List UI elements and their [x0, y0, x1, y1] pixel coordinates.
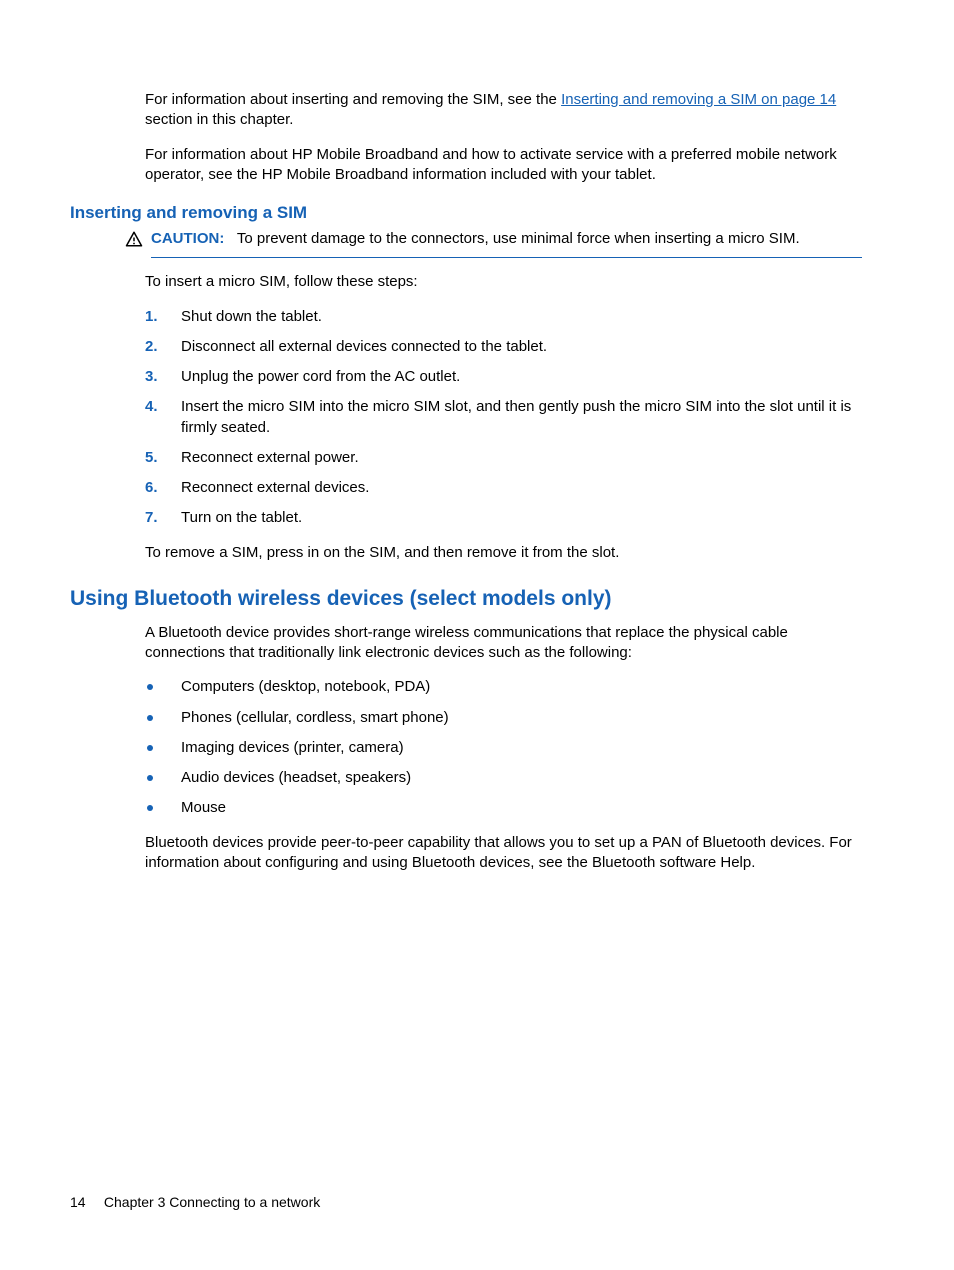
bullet-icon: [147, 775, 153, 781]
sim-remove: To remove a SIM, press in on the SIM, an…: [145, 543, 862, 563]
step-text: Turn on the tablet.: [181, 508, 862, 528]
step-number: 4.: [145, 397, 181, 417]
list-item: Phones (cellular, cordless, smart phone): [145, 708, 862, 728]
bullet-icon: [147, 745, 153, 751]
caution-text: CAUTION: To prevent damage to the connec…: [151, 229, 862, 258]
sim-step: 4.Insert the micro SIM into the micro SI…: [145, 397, 862, 438]
heading-bluetooth: Using Bluetooth wireless devices (select…: [70, 587, 862, 611]
sim-step: 5.Reconnect external power.: [145, 448, 862, 468]
bullet-icon: [147, 715, 153, 721]
sim-steps-list: 1.Shut down the tablet.2.Disconnect all …: [145, 307, 862, 529]
heading-sim: Inserting and removing a SIM: [70, 203, 862, 223]
step-text: Disconnect all external devices connecte…: [181, 337, 862, 357]
bt-paragraph-2: Bluetooth devices provide peer-to-peer c…: [145, 833, 862, 874]
intro-paragraph-2: For information about HP Mobile Broadban…: [145, 145, 862, 186]
bullet-icon: [147, 805, 153, 811]
list-item-text: Imaging devices (printer, camera): [181, 738, 862, 758]
intro-paragraph-1: For information about inserting and remo…: [145, 90, 862, 131]
list-item-text: Computers (desktop, notebook, PDA): [181, 677, 862, 697]
caution-body: To prevent damage to the connectors, use…: [237, 230, 800, 247]
step-number: 1.: [145, 307, 181, 327]
step-text: Reconnect external devices.: [181, 478, 862, 498]
list-item: Audio devices (headset, speakers): [145, 768, 862, 788]
list-item-text: Mouse: [181, 798, 862, 818]
page-footer: 14 Chapter 3 Connecting to a network: [70, 1194, 320, 1210]
step-text: Unplug the power cord from the AC outlet…: [181, 367, 862, 387]
sim-step: 7.Turn on the tablet.: [145, 508, 862, 528]
caution-icon: [125, 230, 143, 248]
step-text: Reconnect external power.: [181, 448, 862, 468]
step-number: 6.: [145, 478, 181, 498]
list-item: Mouse: [145, 798, 862, 818]
intro-text-1a: For information about inserting and remo…: [145, 91, 561, 108]
list-item: Imaging devices (printer, camera): [145, 738, 862, 758]
caution-label: CAUTION:: [151, 230, 224, 247]
step-number: 5.: [145, 448, 181, 468]
step-number: 2.: [145, 337, 181, 357]
page-number: 14: [70, 1194, 100, 1210]
intro-text-1b: section in this chapter.: [145, 111, 293, 128]
list-item-text: Phones (cellular, cordless, smart phone): [181, 708, 862, 728]
xref-link-sim[interactable]: Inserting and removing a SIM on page 14: [561, 91, 836, 108]
bt-paragraph-1: A Bluetooth device provides short-range …: [145, 623, 862, 664]
sim-step: 1.Shut down the tablet.: [145, 307, 862, 327]
list-item-text: Audio devices (headset, speakers): [181, 768, 862, 788]
bt-device-list: Computers (desktop, notebook, PDA) Phones…: [145, 677, 862, 818]
document-page: For information about inserting and remo…: [0, 0, 954, 1270]
chapter-label: Chapter 3 Connecting to a network: [104, 1194, 320, 1210]
step-text: Shut down the tablet.: [181, 307, 862, 327]
bullet-icon: [147, 684, 153, 690]
list-item: Computers (desktop, notebook, PDA): [145, 677, 862, 697]
sim-step: 3.Unplug the power cord from the AC outl…: [145, 367, 862, 387]
step-text: Insert the micro SIM into the micro SIM …: [181, 397, 862, 438]
sim-step: 2.Disconnect all external devices connec…: [145, 337, 862, 357]
step-number: 7.: [145, 508, 181, 528]
caution-block: CAUTION: To prevent damage to the connec…: [125, 229, 862, 258]
sim-step: 6.Reconnect external devices.: [145, 478, 862, 498]
sim-lead: To insert a micro SIM, follow these step…: [145, 272, 862, 292]
step-number: 3.: [145, 367, 181, 387]
